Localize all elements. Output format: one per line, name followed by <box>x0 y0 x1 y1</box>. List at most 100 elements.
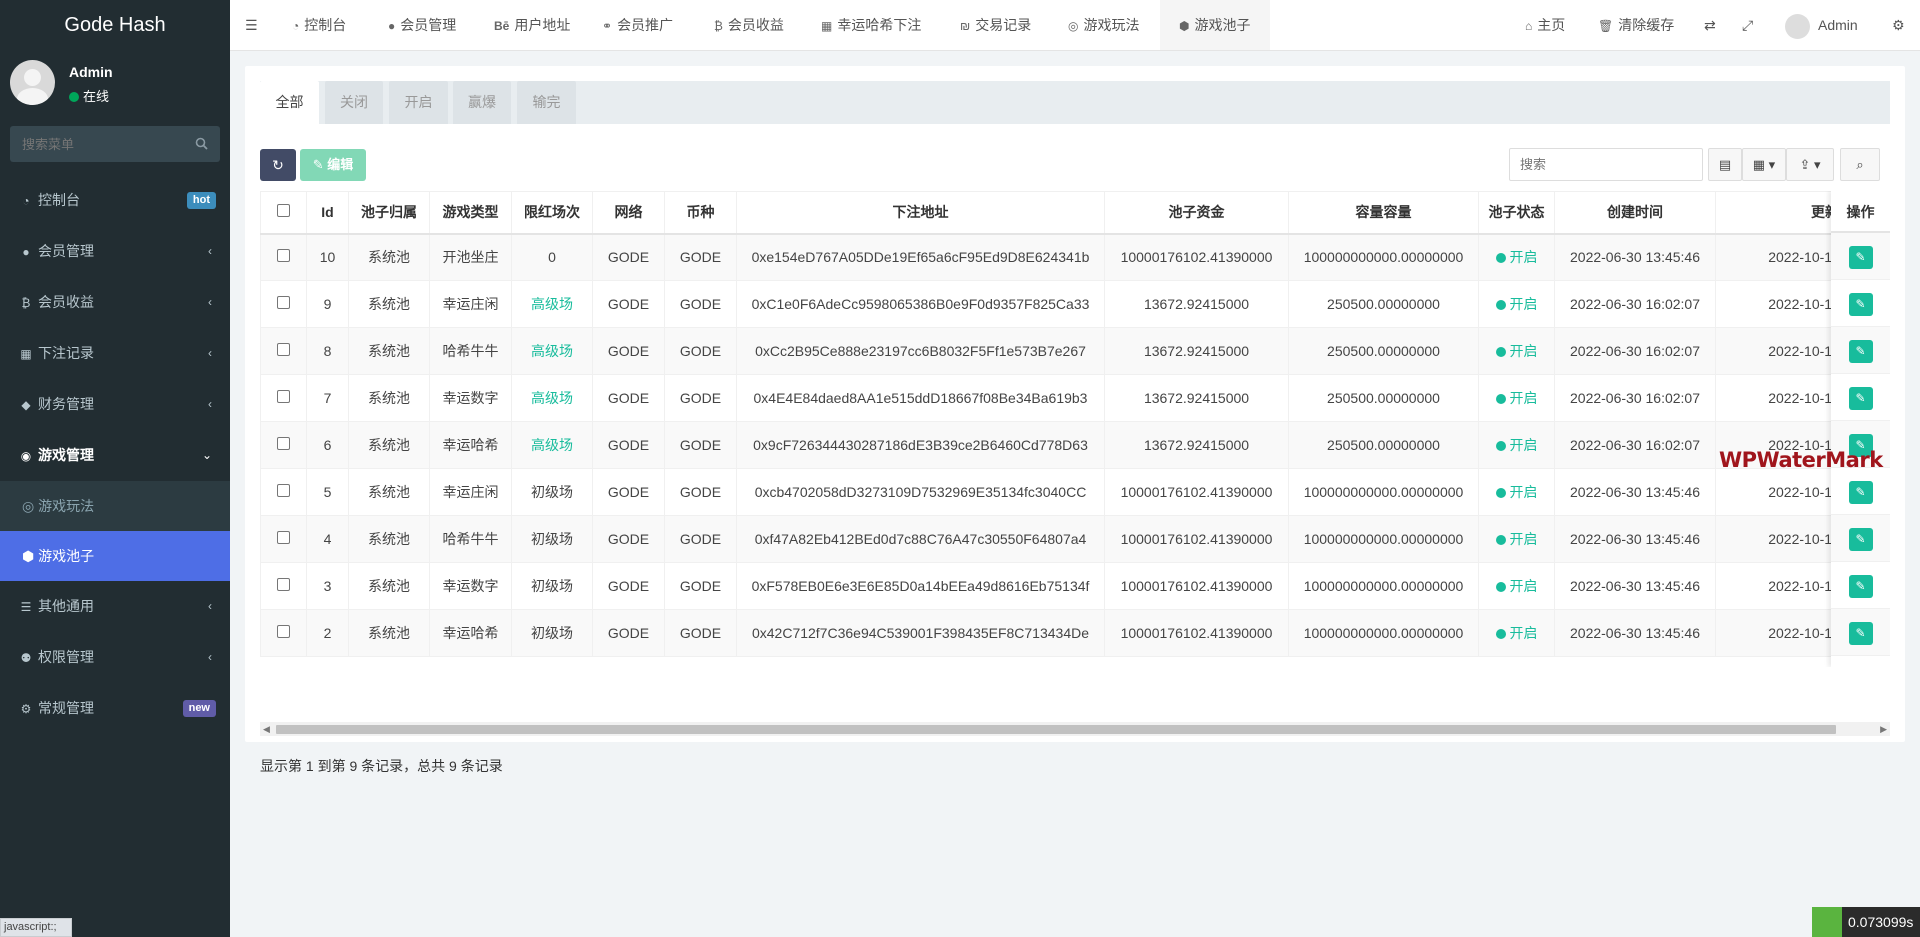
scroll-left-icon[interactable]: ◀ <box>263 724 270 735</box>
col-header-network[interactable]: 网络 <box>592 191 665 235</box>
advanced-search-button[interactable]: ⌕ <box>1840 148 1880 181</box>
table-row[interactable]: 10 系统池 开池坐庄 0 GODE GODE 0xe154eD767A05DDe19Ef6… <box>260 233 1876 281</box>
cell-id: 6 <box>306 421 349 469</box>
table-row[interactable]: 3 系统池 幸运数字 初级场 GODE GODE 0xF578EB0E6e3E6E85D0a… <box>260 562 1876 610</box>
row-edit-button[interactable]: ✎ <box>1848 622 1873 645</box>
row-checkbox[interactable] <box>277 343 290 356</box>
col-header-game-type[interactable]: 游戏类型 <box>429 191 512 235</box>
row-edit-button[interactable]: ✎ <box>1848 387 1873 410</box>
settings-icon[interactable]: ⚙ <box>1892 0 1905 50</box>
tab-game-pools[interactable]: ⬢ 游戏池子 <box>1160 0 1270 50</box>
status-badge[interactable]: 开启 <box>1510 531 1538 547</box>
row-edit-button[interactable]: ✎ <box>1848 575 1873 598</box>
sidebar-toggle-icon[interactable]: ☰ <box>245 0 258 50</box>
fullscreen-icon[interactable]: ⤢ <box>1742 0 1753 50</box>
col-header-id[interactable]: Id <box>306 191 349 235</box>
scrollbar-thumb[interactable] <box>276 725 1836 734</box>
table-search-input[interactable] <box>1509 148 1703 181</box>
table-row[interactable]: 5 系统池 幸运庄闲 初级场 GODE GODE 0xcb4702058dD3273109D… <box>260 468 1876 516</box>
filter-tab-burst[interactable]: 赢爆 <box>453 81 511 124</box>
col-header-status[interactable]: 池子状态 <box>1478 191 1555 235</box>
tab-transactions[interactable]: ₪ 交易记录 <box>960 0 1031 50</box>
sidebar-item-dashboard[interactable]: ◔ 控制台 hot <box>0 175 230 226</box>
row-checkbox[interactable] <box>277 249 290 263</box>
sidebar-item-game-pools[interactable]: ⬢ 游戏池子 <box>0 531 230 581</box>
filter-tab-all[interactable]: 全部 <box>260 81 319 124</box>
table-row[interactable]: 9 系统池 幸运庄闲 高级场 GODE GODE 0xC1e0F6AdeCc95980653… <box>260 280 1876 328</box>
card-view-icon: ▤ <box>1718 157 1732 172</box>
horizontal-scrollbar[interactable]: ◀ ▶ <box>260 722 1890 736</box>
row-checkbox[interactable] <box>277 390 290 403</box>
sidebar-item-finance[interactable]: ◆ 财务管理 ‹ <box>0 379 230 430</box>
columns-button[interactable]: ▦ ▾ <box>1742 148 1786 181</box>
status-badge[interactable]: 开启 <box>1510 249 1538 265</box>
sidebar-item-general[interactable]: ⚙ 常规管理 new <box>0 683 230 734</box>
row-checkbox[interactable] <box>277 437 290 450</box>
row-edit-button[interactable]: ✎ <box>1848 340 1873 363</box>
sidebar-item-members[interactable]: ● 会员管理 ‹ <box>0 226 230 277</box>
row-checkbox[interactable] <box>277 296 290 309</box>
cell-address: 0xcb4702058dD3273109D7532969E35134fc3040… <box>736 468 1105 516</box>
sidebar-item-earnings[interactable]: ₿ 会员收益 ‹ <box>0 277 230 328</box>
sidebar-item-other[interactable]: ☰ 其他通用 ‹ <box>0 581 230 632</box>
scroll-right-icon[interactable]: ▶ <box>1880 724 1887 735</box>
table-row[interactable]: 6 系统池 幸运哈希 高级场 GODE GODE 0x9cF726344430287186d… <box>260 421 1876 469</box>
tab-earnings[interactable]: ₿ 会员收益 <box>714 0 784 50</box>
row-edit-button[interactable]: ✎ <box>1848 246 1873 269</box>
edit-button[interactable]: ✎ 编辑 <box>300 149 366 181</box>
export-button[interactable]: ⇪ ▾ <box>1786 148 1834 181</box>
filter-tab-open[interactable]: 开启 <box>389 81 448 124</box>
status-badge[interactable]: 开启 <box>1510 437 1538 453</box>
refresh-button[interactable]: ↻ <box>260 149 296 181</box>
tab-referral[interactable]: ⚭ 会员推广 <box>602 0 673 50</box>
col-header-funds[interactable]: 池子资金 <box>1104 191 1289 235</box>
status-badge[interactable]: 开启 <box>1510 343 1538 359</box>
avatar <box>1785 13 1810 39</box>
status-badge[interactable]: 开启 <box>1510 484 1538 500</box>
table-row[interactable]: 7 系统池 幸运数字 高级场 GODE GODE 0x4E4E84daed8AA1e515d… <box>260 374 1876 422</box>
tab-game-modes[interactable]: ◎ 游戏玩法 <box>1068 0 1139 50</box>
debug-timer[interactable]: 0.073099s <box>1812 907 1920 937</box>
col-header-owner[interactable]: 池子归属 <box>348 191 430 235</box>
tab-lucky-hash-bets[interactable]: ▦ 幸运哈希下注 <box>821 0 921 50</box>
tab-user-address[interactable]: Bē 用户地址 <box>494 0 570 50</box>
sidebar-item-games[interactable]: ◉ 游戏管理 ⌄ <box>0 430 230 481</box>
toggle-view-button[interactable]: ▤ <box>1708 148 1742 181</box>
row-checkbox[interactable] <box>277 578 290 591</box>
admin-menu[interactable]: Admin <box>1785 0 1858 50</box>
row-edit-button[interactable]: ✎ <box>1848 528 1873 551</box>
row-edit-button[interactable]: ✎ <box>1848 481 1873 504</box>
col-header-created[interactable]: 创建时间 <box>1554 191 1716 235</box>
col-header-coin[interactable]: 币种 <box>664 191 737 235</box>
sidebar-item-bets[interactable]: ▦ 下注记录 ‹ <box>0 328 230 379</box>
search-icon[interactable] <box>195 137 208 150</box>
sidebar-item-permissions[interactable]: ⚉ 权限管理 ‹ <box>0 632 230 683</box>
table-row[interactable]: 8 系统池 哈希牛牛 高级场 GODE GODE 0xCc2B95Ce888e23197cc… <box>260 327 1876 375</box>
table-row[interactable]: 4 系统池 哈希牛牛 初级场 GODE GODE 0xf47A82Eb412BEd0d7c8… <box>260 515 1876 563</box>
brand-logo[interactable]: Gode Hash <box>0 0 230 50</box>
status-badge[interactable]: 开启 <box>1510 390 1538 406</box>
row-checkbox[interactable] <box>277 531 290 544</box>
row-edit-button[interactable]: ✎ <box>1848 293 1873 316</box>
col-header-capacity[interactable]: 容量容量 <box>1288 191 1479 235</box>
table-row[interactable]: 2 系统池 幸运哈希 初级场 GODE GODE 0x42C712f7C36e94C5390… <box>260 609 1876 657</box>
clear-cache-button[interactable]: 🗑 清除缓存 <box>1598 0 1674 50</box>
user-status: 在线 <box>69 86 109 105</box>
filter-tab-closed[interactable]: 关闭 <box>325 81 383 124</box>
tab-dashboard[interactable]: ◔ 控制台 <box>292 0 346 50</box>
row-checkbox[interactable] <box>277 484 290 497</box>
row-checkbox[interactable] <box>277 625 290 638</box>
edit-label: 编辑 <box>327 157 354 172</box>
home-link[interactable]: ⌂ 主页 <box>1525 0 1565 50</box>
col-header-tier[interactable]: 限红场次 <box>511 191 593 235</box>
language-icon[interactable]: ⇄ <box>1704 0 1716 50</box>
filter-tab-depleted[interactable]: 输完 <box>517 81 576 124</box>
sidebar-item-game-modes[interactable]: ◎ 游戏玩法 <box>0 481 230 531</box>
status-badge[interactable]: 开启 <box>1510 296 1538 312</box>
tab-members[interactable]: ● 会员管理 <box>388 0 456 50</box>
select-all-checkbox[interactable] <box>277 204 290 218</box>
menu-search-input[interactable] <box>10 126 190 162</box>
status-badge[interactable]: 开启 <box>1510 578 1538 594</box>
col-header-address[interactable]: 下注地址 <box>736 191 1105 235</box>
status-badge[interactable]: 开启 <box>1510 625 1538 641</box>
